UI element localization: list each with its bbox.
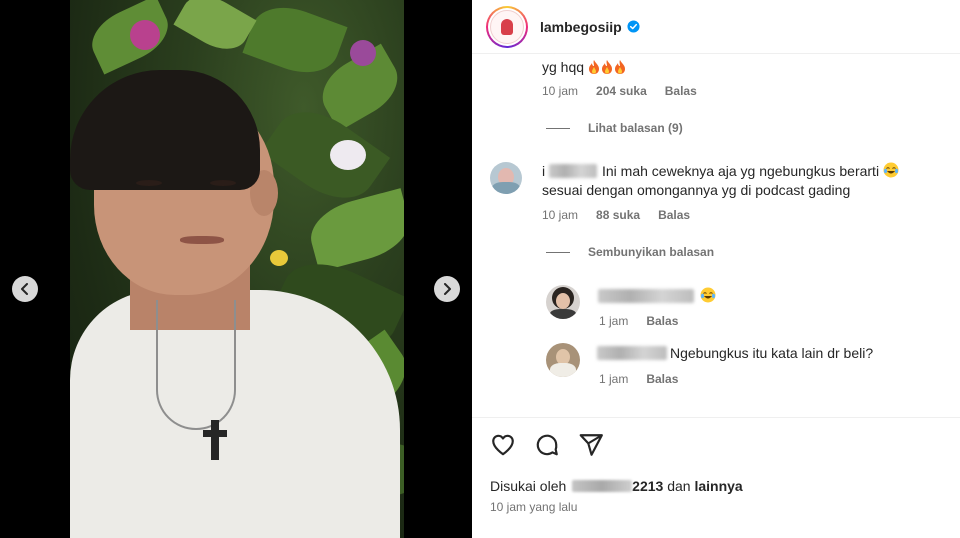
fire-emoji-icon [588,60,599,74]
reply-time: 1 jam [599,314,629,328]
commenter-initial[interactable]: i [542,163,545,179]
reply-text: Ngebungkus itu kata lain dr beli? [670,345,874,361]
comment-text: yg hqq [542,57,627,77]
send-icon[interactable] [578,432,604,458]
hide-replies-button[interactable]: Sembunyikan balasan [546,245,714,259]
redacted-username [572,480,633,492]
divider-line [546,251,570,253]
tears-of-joy-emoji-icon [883,162,899,178]
comments-section[interactable]: yg hqq 10 jam 204 suka Balas Lihat balas… [472,55,960,417]
redacted-username [598,289,694,303]
divider-line [546,127,570,129]
redacted-username [597,346,667,360]
liked-by-others-link[interactable]: lainnya [694,478,742,494]
comment-time: 10 jam [542,84,579,98]
post-media [0,0,472,538]
post-header: lambegosiip [472,0,960,54]
heart-icon[interactable] [490,432,516,458]
comment-likes[interactable]: 88 suka [596,208,640,222]
comment-likes[interactable]: 204 suka [596,84,647,98]
liked-by-text: Disukai oleh 2213 dan lainnya [490,478,743,494]
reply-meta: 1 jam Balas [599,314,696,328]
fire-emoji-icon [601,60,612,74]
liked-by-prefix: Disukai oleh [490,478,567,494]
comment-icon[interactable] [534,432,560,458]
actions-divider [472,417,960,418]
verified-badge-icon [627,20,640,33]
comment-text-line1: Ini mah ceweknya aja yg ngebungkus berar… [602,161,899,181]
redacted-username [549,164,597,178]
comment-text-line2: sesuai dengan omongannya yg di podcast g… [542,182,851,198]
chevron-left-icon [21,283,28,295]
previous-image-button[interactable] [12,276,38,302]
post-photo [70,0,404,538]
reply-avatar[interactable] [546,285,580,319]
commenter-avatar[interactable] [490,162,522,194]
comment-meta: 10 jam 88 suka Balas [542,208,708,222]
reply-button[interactable]: Balas [658,208,690,222]
reply-button[interactable]: Balas [665,84,697,98]
post-details-panel: lambegosiip yg hqq 10 jam 204 suka Balas… [472,0,960,538]
hide-replies-label: Sembunyikan balasan [588,245,715,259]
fire-emoji-icon [614,60,625,74]
reply-text [700,286,716,306]
liked-by-user[interactable]: 2213 [632,478,663,494]
view-replies-button[interactable]: Lihat balasan (9) [546,121,683,135]
post-actions [490,432,604,458]
reply-time: 1 jam [599,372,629,386]
tears-of-joy-emoji-icon [700,287,716,303]
profile-avatar[interactable] [486,5,528,48]
comment-time: 10 jam [542,208,579,222]
comment-meta: 10 jam 204 suka Balas [542,84,715,98]
reply-avatar[interactable] [546,343,580,377]
username-link[interactable]: lambegosiip [540,19,622,35]
view-replies-label: Lihat balasan (9) [588,121,683,135]
reply-button[interactable]: Balas [646,314,678,328]
reply-meta: 1 jam Balas [599,372,696,386]
next-image-button[interactable] [434,276,460,302]
account-logo [490,9,524,44]
liked-by-and: dan [667,478,691,494]
reply-button[interactable]: Balas [646,372,678,386]
post-time[interactable]: 10 jam yang lalu [490,500,577,514]
comment-text: i [542,161,545,181]
chevron-right-icon [444,283,451,295]
